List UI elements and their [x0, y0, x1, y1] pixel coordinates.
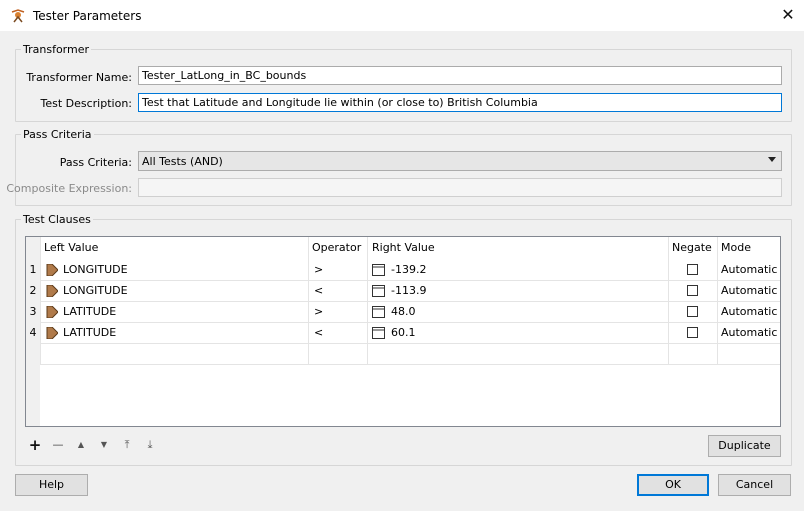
attribute-icon	[46, 285, 58, 297]
left-value-text: LATITUDE	[63, 305, 117, 318]
test-clauses-group-label: Test Clauses	[21, 213, 93, 226]
move-down-icon[interactable]: ▼	[96, 437, 112, 453]
move-to-bottom-icon[interactable]: ⤓	[142, 437, 158, 453]
test-description-field[interactable]: Test that Latitude and Longitude lie wit…	[138, 93, 782, 112]
help-button[interactable]: Help	[15, 474, 88, 496]
mode-cell[interactable]: Automatic	[717, 323, 780, 344]
negate-cell	[668, 260, 717, 281]
mode-cell[interactable]: Automatic	[717, 281, 780, 302]
right-value-text: -139.2	[391, 263, 427, 276]
text-value-icon	[372, 264, 385, 276]
attribute-icon	[46, 306, 58, 318]
right-value-text: -113.9	[391, 284, 427, 297]
table-row[interactable]: 3 LATITUDE > 48.0 Automatic	[26, 302, 780, 323]
title-bar: Tester Parameters ✕	[0, 0, 804, 31]
negate-checkbox[interactable]	[687, 306, 698, 317]
table-row[interactable]: 2 LONGITUDE < -113.9 Automatic	[26, 281, 780, 302]
transformer-name-field[interactable]: Tester_LatLong_in_BC_bounds	[138, 66, 782, 85]
cancel-button[interactable]: Cancel	[718, 474, 791, 496]
test-clauses-table: Left Value Operator Right Value Negate M…	[25, 236, 781, 427]
operator-cell[interactable]: <	[308, 281, 368, 302]
column-header-operator[interactable]: Operator	[308, 237, 368, 259]
window-title: Tester Parameters	[33, 9, 142, 23]
text-value-icon	[372, 306, 385, 318]
text-value-icon	[372, 285, 385, 297]
operator-cell[interactable]: <	[308, 323, 368, 344]
negate-checkbox[interactable]	[687, 285, 698, 296]
pass-criteria-dropdown[interactable]: All Tests (AND)	[138, 151, 782, 171]
table-row[interactable]: 1 LONGITUDE > -139.2 Automatic	[26, 260, 780, 281]
right-value-text: 48.0	[391, 305, 416, 318]
operator-cell[interactable]: >	[308, 302, 368, 323]
column-header-mode[interactable]: Mode	[717, 237, 780, 259]
left-value-cell[interactable]: LONGITUDE	[40, 260, 308, 281]
move-up-icon[interactable]: ▲	[73, 437, 89, 453]
composite-expression-field	[138, 178, 782, 197]
add-row-icon[interactable]: +	[27, 437, 43, 453]
negate-checkbox[interactable]	[687, 264, 698, 275]
text-value-icon	[372, 327, 385, 339]
pass-criteria-value: All Tests (AND)	[142, 155, 223, 168]
composite-expression-label: Composite Expression:	[6, 182, 132, 195]
row-number: 1	[26, 260, 40, 281]
right-value-cell[interactable]: -139.2	[368, 260, 668, 281]
column-header-negate[interactable]: Negate	[668, 237, 717, 259]
negate-cell	[668, 302, 717, 323]
pass-criteria-group-label: Pass Criteria	[21, 128, 94, 141]
right-value-cell[interactable]: 60.1	[368, 323, 668, 344]
duplicate-button[interactable]: Duplicate	[708, 435, 781, 457]
negate-checkbox[interactable]	[687, 327, 698, 338]
left-value-text: LONGITUDE	[63, 284, 128, 297]
chevron-down-icon	[768, 157, 776, 162]
negate-cell	[668, 323, 717, 344]
right-value-cell[interactable]: -113.9	[368, 281, 668, 302]
table-row[interactable]: 4 LATITUDE < 60.1 Automatic	[26, 323, 780, 344]
right-value-cell[interactable]: 48.0	[368, 302, 668, 323]
mode-cell[interactable]: Automatic	[717, 260, 780, 281]
table-row-empty[interactable]	[26, 344, 780, 365]
transformer-group-label: Transformer	[21, 43, 92, 56]
column-header-right-value[interactable]: Right Value	[368, 237, 668, 259]
transformer-name-label: Transformer Name:	[26, 71, 132, 84]
move-to-top-icon[interactable]: ⤒	[119, 437, 135, 453]
left-value-text: LATITUDE	[63, 326, 117, 339]
row-number: 3	[26, 302, 40, 323]
column-header-left-value[interactable]: Left Value	[40, 237, 308, 259]
right-value-text: 60.1	[391, 326, 416, 339]
left-value-cell[interactable]: LATITUDE	[40, 323, 308, 344]
left-value-cell[interactable]	[40, 344, 780, 365]
left-value-text: LONGITUDE	[63, 263, 128, 276]
attribute-icon	[46, 264, 58, 276]
operator-cell[interactable]: >	[308, 260, 368, 281]
attribute-icon	[46, 327, 58, 339]
row-number: 4	[26, 323, 40, 344]
pass-criteria-label: Pass Criteria:	[59, 156, 132, 169]
tester-transformer-icon	[11, 9, 25, 23]
left-value-cell[interactable]: LONGITUDE	[40, 281, 308, 302]
ok-button[interactable]: OK	[637, 474, 709, 496]
close-icon[interactable]: ✕	[776, 4, 800, 26]
mode-cell[interactable]: Automatic	[717, 302, 780, 323]
row-number	[26, 344, 40, 365]
row-number: 2	[26, 281, 40, 302]
left-value-cell[interactable]: LATITUDE	[40, 302, 308, 323]
test-description-label: Test Description:	[40, 97, 132, 110]
remove-row-icon[interactable]: —	[50, 437, 66, 453]
negate-cell	[668, 281, 717, 302]
